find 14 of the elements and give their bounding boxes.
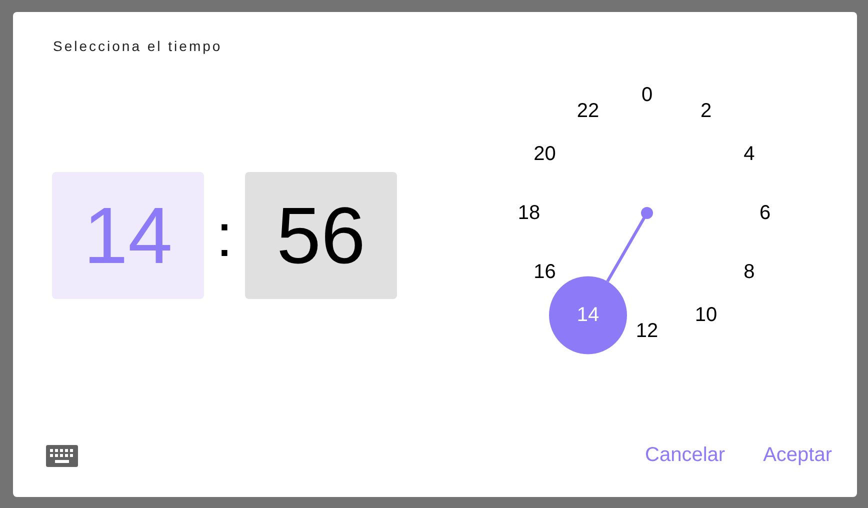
dial-number[interactable]: 20	[534, 143, 556, 165]
dial-number[interactable]: 0	[641, 84, 653, 106]
dial-number[interactable]: 2	[700, 100, 712, 122]
dialog-title: Selecciona el tiempo	[53, 38, 222, 54]
dial-number[interactable]: 12	[636, 320, 658, 342]
dial-number[interactable]: 10	[694, 304, 718, 326]
dial-number[interactable]: 16	[534, 261, 556, 283]
dial-number[interactable]: 8	[744, 261, 755, 283]
dial-number[interactable]: 22	[576, 100, 600, 122]
dial-number[interactable]: 18	[518, 202, 540, 224]
time-separator: :	[215, 201, 234, 270]
minute-field[interactable]: 56	[245, 172, 397, 299]
dial-number[interactable]: 4	[744, 143, 755, 165]
dial-number[interactable]: 6	[759, 202, 771, 224]
